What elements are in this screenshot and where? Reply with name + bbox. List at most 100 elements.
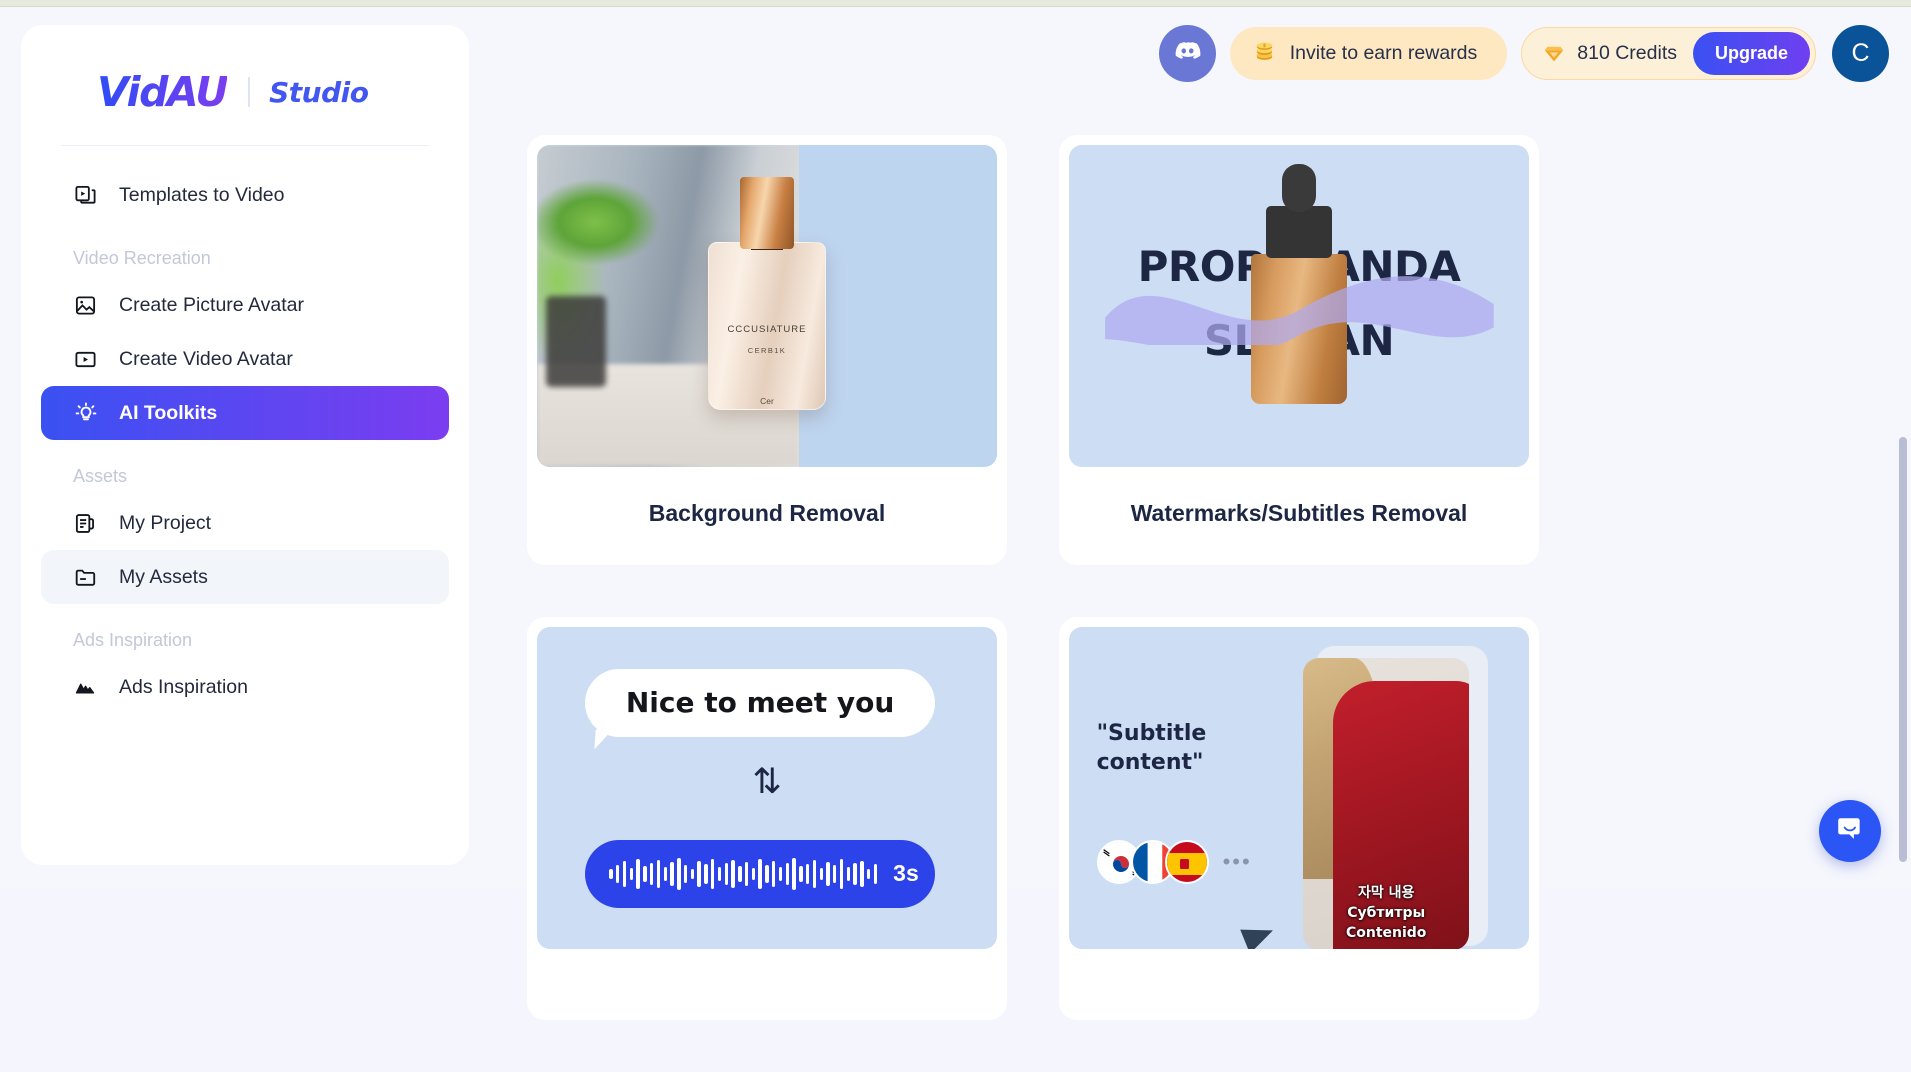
page-scrollbar[interactable] [1899, 437, 1907, 862]
waveform-bar [873, 863, 878, 884]
sidebar-item-create-video-avatar[interactable]: Create Video Avatar [41, 332, 449, 386]
speech-bubble-text: Nice to meet you [625, 686, 895, 720]
sidebar-group-assets: Assets [73, 466, 128, 486]
translate-arrow-icon [1240, 918, 1278, 949]
waveform-bar [819, 867, 823, 880]
card-thumbnail: PROPAGANDA SLOGAN [1069, 145, 1529, 467]
video-avatar-icon [73, 347, 98, 372]
phone-mockup: 자막 내용 Субтитры Contenido [1303, 657, 1470, 949]
discord-button[interactable] [1158, 25, 1216, 82]
waveform-bar [772, 860, 776, 887]
card-title: Watermarks/Subtitles Removal [1130, 500, 1468, 526]
sidebar-item-label: Create Picture Avatar [119, 293, 304, 316]
brand-logo[interactable]: VidAU Studio [21, 25, 469, 117]
waveform-bar [744, 861, 749, 886]
sidebar-group-video-recreation: Video Recreation [73, 248, 211, 268]
sidebar-item-label: Create Video Avatar [119, 347, 293, 370]
sidebar-item-ai-toolkits[interactable]: AI Toolkits [41, 386, 449, 440]
audio-duration-label: 3s [893, 860, 919, 887]
card-thumbnail: Nice to meet you ⇅ 3s [537, 627, 997, 949]
sidebar-item-label: AI Toolkits [119, 401, 218, 424]
translated-subtitles: 자막 내용 Субтитры Contenido [1303, 883, 1469, 944]
waveform-bar [670, 861, 674, 886]
sidebar-item-my-project[interactable]: My Project [41, 496, 449, 550]
waveform-bar [738, 865, 742, 882]
waveform-bar [751, 867, 756, 880]
logo-vidau-text: VidAU [97, 68, 229, 116]
invite-to-earn-rewards-button[interactable]: Invite to earn rewards [1229, 27, 1508, 80]
waveform-bar [636, 858, 640, 889]
sidebar-item-templates-to-video[interactable]: Templates to Video [41, 168, 449, 222]
card-title [537, 949, 997, 1020]
upgrade-button[interactable]: Upgrade [1692, 32, 1810, 75]
toolkit-card-grid: CCCUSIATURE CERB1K Cer Background Remova… [527, 135, 1587, 1072]
card-row: CCCUSIATURE CERB1K Cer Background Remova… [527, 135, 1587, 565]
app-page: VidAU Studio Templates to Video Video Re… [0, 7, 1911, 1020]
card-watermarks-subtitles-removal[interactable]: PROPAGANDA SLOGAN Watermarks/Subtitles R… [1059, 135, 1539, 565]
card-thumbnail: "Subtitle content" ••• 자막 내용 Субтитры Co… [1069, 627, 1529, 949]
waveform-bar [717, 866, 722, 881]
dropper-bottle-collar [1266, 206, 1332, 259]
coins-icon [1252, 39, 1277, 68]
convert-arrows-icon: ⇅ [752, 762, 782, 803]
logo-studio-text: Studio [269, 75, 369, 109]
waveform-bar [724, 862, 728, 885]
credits-pill: 810 Credits Upgrade [1521, 27, 1816, 80]
user-avatar[interactable]: C [1832, 25, 1889, 82]
card-title: Background Removal [648, 500, 886, 526]
waveform-bar [656, 859, 661, 888]
card-title [1069, 949, 1529, 1020]
waveform-bar [853, 862, 857, 885]
eraser-brush-stroke [1104, 276, 1494, 346]
waveform-bar [731, 859, 735, 888]
product-label-line-1: CCCUSIATURE [727, 323, 807, 335]
audio-waveform [609, 857, 878, 891]
sidebar-item-create-picture-avatar[interactable]: Create Picture Avatar [41, 278, 449, 332]
sidebar: VidAU Studio Templates to Video Video Re… [21, 25, 469, 865]
card-row: Nice to meet you ⇅ 3s "Subtitle content" [527, 617, 1587, 1020]
more-languages-indicator: ••• [1222, 848, 1252, 874]
waveform-bar [629, 867, 634, 880]
chat-bubble-icon [1835, 814, 1865, 849]
waveform-bar [683, 864, 688, 883]
chat-support-button[interactable] [1819, 800, 1881, 862]
waveform-bar [812, 859, 817, 888]
gem-icon [1542, 42, 1566, 66]
card-subtitle-translation[interactable]: "Subtitle content" ••• 자막 내용 Субтитры Co… [1059, 617, 1539, 1020]
sidebar-group-ads-inspiration: Ads Inspiration [73, 630, 193, 650]
speech-bubble: Nice to meet you [585, 668, 935, 737]
waveform-bar [711, 858, 715, 889]
waveform-bar [758, 858, 762, 889]
audio-message-bubble: 3s [585, 839, 935, 908]
waveform-bar [663, 866, 667, 881]
avatar-initial: C [1851, 39, 1870, 67]
folder-icon [73, 565, 98, 590]
waveform-bar [833, 864, 837, 883]
waveform-bar [846, 866, 851, 881]
spain-flag-icon [1164, 839, 1209, 884]
header-toolbar: Invite to earn rewards 810 Credits Upgra… [1158, 25, 1889, 82]
perfume-bottle-cap [740, 177, 794, 250]
waveform-bar [704, 863, 708, 884]
waveform-bar [826, 861, 830, 886]
credits-label: 810 Credits [1577, 42, 1677, 64]
card-background-removal[interactable]: CCCUSIATURE CERB1K Cer Background Remova… [527, 135, 1007, 565]
subtitle-line: Субтитры [1347, 905, 1426, 922]
waveform-bar [778, 866, 783, 881]
language-flag-group: ••• [1096, 839, 1252, 884]
card-text-to-speech[interactable]: Nice to meet you ⇅ 3s [527, 617, 1007, 1020]
sidebar-item-label: Templates to Video [119, 183, 285, 206]
subtitle-quote-text: "Subtitle content" [1096, 721, 1207, 775]
sidebar-item-my-assets[interactable]: My Assets [41, 550, 449, 604]
waveform-bar [697, 860, 701, 887]
waveform-bar [643, 865, 647, 882]
product-label-line-3: Cer [760, 396, 774, 407]
sidebar-divider [61, 145, 429, 146]
card-thumbnail: CCCUSIATURE CERB1K Cer [537, 145, 997, 467]
sidebar-item-label: My Assets [119, 565, 208, 588]
sidebar-item-ads-inspiration[interactable]: Ads Inspiration [41, 660, 449, 714]
sidebar-item-label: Ads Inspiration [119, 675, 248, 698]
logo-divider [248, 77, 251, 107]
waveform-bar [839, 858, 844, 889]
project-icon [73, 511, 98, 536]
